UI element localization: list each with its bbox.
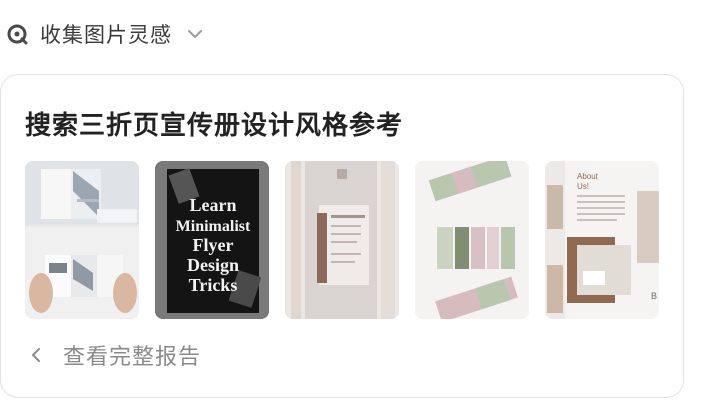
thumbnail-2[interactable]: Learn Minimalist Flyer Design Tricks [155, 161, 269, 319]
thumb5-us: Us! [577, 182, 589, 191]
thumbnail-1[interactable] [25, 161, 139, 319]
thumb2-line-2: Minimalist [176, 218, 251, 235]
thumb5-about: About [577, 172, 599, 181]
header-title: 收集图片灵感 [40, 23, 172, 47]
chevron-down-icon[interactable] [186, 25, 204, 43]
search-result-card: 搜索三折页宣传册设计风格参考 Learn Minimalist Flyer De… [0, 74, 684, 398]
chevron-left-icon [29, 347, 45, 363]
thumb2-line-3: Flyer [193, 235, 234, 255]
thumb2-line-4: Design [187, 255, 239, 275]
app-logo-icon [6, 23, 28, 45]
thumb2-line-5: Tricks [189, 275, 238, 295]
view-full-report-label: 查看完整报告 [63, 345, 202, 370]
view-full-report-link[interactable]: 查看完整报告 [29, 337, 201, 373]
thumbnail-4[interactable] [415, 161, 529, 319]
card-title: 搜索三折页宣传册设计风格参考 [25, 111, 404, 141]
thumbnail-5[interactable]: About Us! B [545, 161, 659, 319]
header: 收集图片灵感 [6, 16, 204, 52]
thumb2-line-1: Learn [190, 195, 237, 215]
thumb5-letter: B [651, 291, 657, 301]
thumbnail-3[interactable] [285, 161, 399, 319]
